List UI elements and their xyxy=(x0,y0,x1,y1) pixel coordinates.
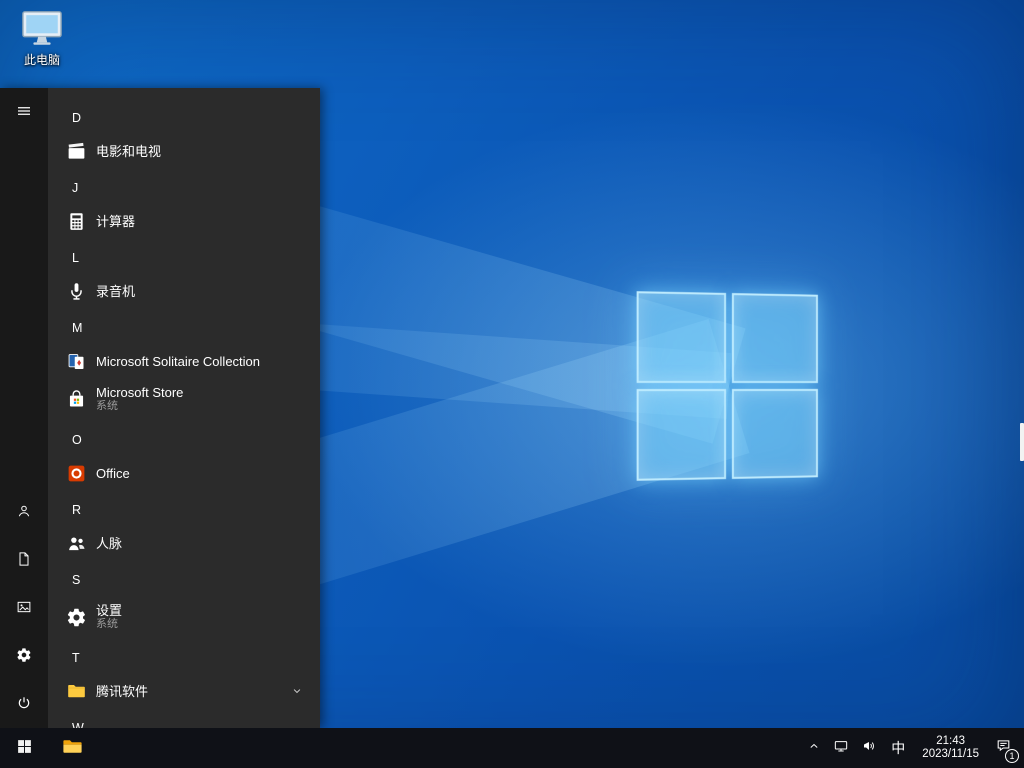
movies-tv-icon xyxy=(64,139,88,163)
app-section-header[interactable]: M xyxy=(48,312,320,344)
logo-pane xyxy=(636,291,727,383)
app-label: 电影和电视 xyxy=(96,143,162,159)
taskbar: 中 21:43 2023/11/15 1 xyxy=(0,728,1024,768)
file-explorer-button[interactable] xyxy=(48,728,96,768)
start-menu: D 电影和电视 J 计算器 L 录音机 M Microsoft Solitaire Colle… xyxy=(0,88,320,728)
app-section-header[interactable]: W xyxy=(48,712,320,728)
windows-start-icon xyxy=(16,738,33,758)
app-label: Microsoft Solitaire Collection xyxy=(96,353,261,369)
logo-pane xyxy=(636,389,727,481)
windows-logo xyxy=(636,291,818,481)
app-label-group: Microsoft Solitaire Collection xyxy=(96,354,260,369)
network-button[interactable] xyxy=(827,728,855,768)
store-icon xyxy=(64,387,88,411)
app-label: 人脉 xyxy=(96,535,123,551)
power-icon xyxy=(16,695,32,714)
folder-icon xyxy=(64,679,88,703)
app-label-group: 电影和电视 xyxy=(96,144,161,159)
chevron-down-icon[interactable] xyxy=(290,684,304,698)
clock-time: 21:43 xyxy=(936,734,966,747)
gear-icon xyxy=(16,647,32,666)
app-item[interactable]: 电影和电视 xyxy=(48,134,320,168)
app-label-group: 设置 系统 xyxy=(96,603,122,631)
app-section-header[interactable]: L xyxy=(48,242,320,274)
start-app-list: D 电影和电视 J 计算器 L 录音机 M Microsoft Solitaire Colle… xyxy=(48,88,320,728)
app-sublabel: 系统 xyxy=(96,618,118,630)
app-item[interactable]: 设置 系统 xyxy=(48,596,320,638)
user-icon xyxy=(16,503,32,522)
rail-pictures-button[interactable] xyxy=(0,584,48,632)
gear-icon xyxy=(64,605,88,629)
this-pc-label: 此电脑 xyxy=(23,53,60,67)
app-item[interactable]: Microsoft Solitaire Collection xyxy=(48,344,320,378)
desktop-icon-this-pc[interactable]: 此电脑 xyxy=(10,8,74,68)
app-section-header[interactable]: D xyxy=(48,102,320,134)
ime-indicator[interactable]: 中 xyxy=(883,728,913,768)
rail-power-button[interactable] xyxy=(0,680,48,728)
chevron-up-icon xyxy=(807,739,821,758)
app-label: 腾讯软件 xyxy=(96,683,149,699)
app-section-header[interactable]: R xyxy=(48,494,320,526)
notification-badge: 1 xyxy=(1005,749,1019,763)
app-item[interactable]: 腾讯软件 xyxy=(48,674,320,708)
clock-date: 2023/11/15 xyxy=(922,748,979,760)
network-icon xyxy=(833,738,849,759)
app-label-group: 腾讯软件 xyxy=(96,684,148,699)
app-label-group: Microsoft Store 系统 xyxy=(96,385,183,413)
action-center-button[interactable]: 1 xyxy=(988,728,1024,768)
file-explorer-icon xyxy=(61,735,84,761)
app-section-header[interactable]: J xyxy=(48,172,320,204)
rail-menu-button[interactable] xyxy=(0,88,48,136)
voice-recorder-icon xyxy=(64,279,88,303)
logo-pane xyxy=(731,293,818,384)
hamburger-icon xyxy=(16,103,32,122)
people-icon xyxy=(64,531,88,555)
start-button[interactable] xyxy=(0,728,48,768)
rail-settings-button[interactable] xyxy=(0,632,48,680)
app-item[interactable]: Microsoft Store 系统 xyxy=(48,378,320,420)
system-tray: 中 21:43 2023/11/15 1 xyxy=(801,728,1024,768)
app-section-header[interactable]: S xyxy=(48,564,320,596)
app-item[interactable]: 人脉 xyxy=(48,526,320,560)
app-label-group: 人脉 xyxy=(96,536,122,551)
app-label: 计算器 xyxy=(96,213,136,229)
logo-pane xyxy=(731,388,818,479)
start-rail xyxy=(0,88,48,728)
calculator-icon xyxy=(64,209,88,233)
app-label-group: 计算器 xyxy=(96,214,135,229)
app-item[interactable]: Office xyxy=(48,456,320,490)
app-label-group: Office xyxy=(96,466,130,481)
app-label: 录音机 xyxy=(96,283,136,299)
taskbar-clock[interactable]: 21:43 2023/11/15 xyxy=(913,728,988,768)
app-sublabel: 系统 xyxy=(96,400,118,412)
solitaire-icon xyxy=(64,349,88,373)
start-rail-bottom xyxy=(0,488,48,728)
office-icon xyxy=(64,461,88,485)
this-pc-icon xyxy=(19,8,65,50)
app-section-header[interactable]: O xyxy=(48,424,320,456)
volume-button[interactable] xyxy=(855,728,883,768)
tray-overflow-button[interactable] xyxy=(801,728,827,768)
app-label-group: 录音机 xyxy=(96,284,135,299)
app-label: Microsoft Store xyxy=(96,385,184,400)
picture-icon xyxy=(16,599,32,618)
app-item[interactable]: 计算器 xyxy=(48,204,320,238)
edge-scrollbar[interactable] xyxy=(1020,423,1024,461)
speaker-icon xyxy=(861,738,877,759)
app-item[interactable]: 录音机 xyxy=(48,274,320,308)
document-icon xyxy=(16,551,32,570)
rail-account-button[interactable] xyxy=(0,488,48,536)
app-section-header[interactable]: T xyxy=(48,642,320,674)
start-rail-top xyxy=(0,88,48,136)
rail-documents-button[interactable] xyxy=(0,536,48,584)
app-label: Office xyxy=(96,465,130,481)
app-label: 设置 xyxy=(96,603,123,618)
